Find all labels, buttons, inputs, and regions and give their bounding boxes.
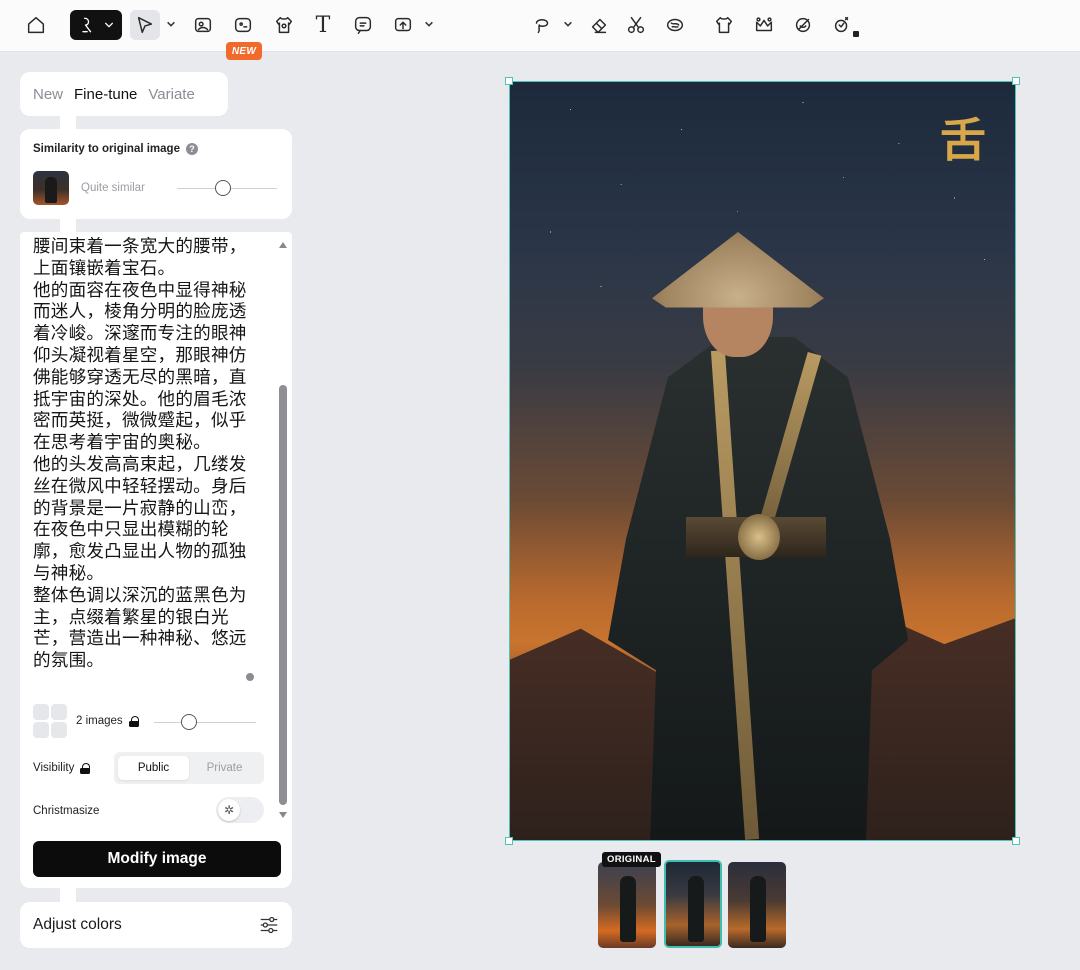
adjust-colors-label: Adjust colors bbox=[33, 916, 122, 933]
scroll-down-arrow[interactable] bbox=[279, 812, 287, 818]
chevron-down-icon[interactable] bbox=[165, 16, 177, 32]
modify-image-button[interactable]: Modify image bbox=[33, 841, 281, 877]
lock-icon bbox=[128, 715, 139, 727]
chevron-down-icon[interactable] bbox=[562, 16, 574, 32]
thumbnail-variant-2[interactable] bbox=[728, 862, 786, 948]
tab-new[interactable]: New bbox=[33, 86, 63, 103]
sticker-icon[interactable] bbox=[788, 10, 818, 40]
image-icon[interactable] bbox=[188, 10, 218, 40]
canvas-image[interactable]: 舌 bbox=[509, 81, 1016, 841]
lasso-icon[interactable] bbox=[527, 10, 557, 40]
image-count-label: 2 images bbox=[76, 715, 123, 727]
card-connector bbox=[60, 116, 76, 130]
thumbnail-variant-1[interactable] bbox=[664, 860, 722, 948]
character-tool-button[interactable] bbox=[70, 10, 122, 40]
help-icon[interactable]: ? bbox=[185, 143, 198, 155]
similarity-card: Similarity to original image ? Quite sim… bbox=[20, 129, 292, 219]
christmasize-label: Christmasize bbox=[33, 805, 100, 817]
card-connector bbox=[60, 888, 76, 902]
adjust-colors-card[interactable]: Adjust colors bbox=[20, 902, 292, 948]
snowflake-icon: ✲ bbox=[218, 799, 240, 821]
calligraphy-seal: 舌 bbox=[940, 113, 986, 167]
image-count: 2 images bbox=[76, 715, 139, 727]
chevron-down-icon[interactable] bbox=[423, 16, 435, 32]
image-count-slider-track[interactable] bbox=[154, 722, 256, 723]
tab-variate[interactable]: Variate bbox=[148, 86, 194, 103]
visibility-public-button[interactable]: Public bbox=[118, 756, 189, 780]
resize-handle-bottom-right[interactable] bbox=[1012, 837, 1020, 845]
prompt-enhance-icon[interactable] bbox=[246, 673, 254, 681]
crown-icon[interactable] bbox=[749, 10, 779, 40]
prompt-card: 腰间束着一条宽大的腰带， 上面镶嵌着宝石。 他的面容在夜色中显得神秘 而迷人，棱… bbox=[20, 232, 292, 888]
visibility-label: Visibility bbox=[33, 762, 91, 774]
tab-fine-tune[interactable]: Fine-tune bbox=[74, 86, 137, 103]
original-tag: ORIGINAL bbox=[602, 852, 661, 867]
visibility-private-button[interactable]: Private bbox=[189, 756, 260, 780]
chevron-down-icon bbox=[105, 22, 113, 28]
similarity-title-text: Similarity to original image bbox=[33, 143, 180, 155]
similarity-title: Similarity to original image ? bbox=[33, 143, 198, 155]
tshirt-icon[interactable] bbox=[709, 10, 739, 40]
scroll-up-arrow[interactable] bbox=[279, 242, 287, 248]
top-toolbar: NEW T bbox=[0, 0, 1080, 60]
card-connector bbox=[60, 219, 76, 233]
prompt-textarea[interactable]: 腰间束着一条宽大的腰带， 上面镶嵌着宝石。 他的面容在夜色中显得神秘 而迷人，棱… bbox=[33, 237, 263, 673]
text-icon[interactable]: T bbox=[308, 10, 338, 40]
mode-tabs: New Fine-tune Variate bbox=[20, 72, 228, 116]
comment-icon[interactable] bbox=[348, 10, 378, 40]
christmasize-toggle[interactable]: ✲ bbox=[216, 797, 264, 823]
warrior-figure bbox=[608, 232, 908, 840]
thumbnail-original[interactable] bbox=[598, 862, 656, 948]
resize-handle-top-right[interactable] bbox=[1012, 77, 1020, 85]
image-grid-icon bbox=[33, 704, 69, 740]
image-count-slider-knob[interactable] bbox=[181, 714, 197, 730]
new-badge: NEW bbox=[226, 42, 262, 60]
resize-handle-bottom-left[interactable] bbox=[505, 837, 513, 845]
export-icon[interactable] bbox=[388, 10, 418, 40]
scrollbar-thumb[interactable] bbox=[279, 385, 287, 805]
visibility-toggle: Public Private bbox=[114, 752, 264, 784]
lock-icon bbox=[853, 31, 859, 37]
scissors-icon[interactable] bbox=[621, 10, 651, 40]
original-thumbnail bbox=[33, 171, 69, 205]
lock-icon bbox=[80, 762, 91, 774]
select-icon[interactable] bbox=[130, 10, 160, 40]
eraser-icon[interactable] bbox=[584, 10, 614, 40]
shirt-icon[interactable] bbox=[269, 10, 299, 40]
brain-icon[interactable] bbox=[660, 10, 690, 40]
similarity-slider-knob[interactable] bbox=[215, 180, 231, 196]
resize-handle-top-left[interactable] bbox=[505, 77, 513, 85]
similarity-value-label: Quite similar bbox=[81, 182, 145, 194]
visibility-label-text: Visibility bbox=[33, 762, 75, 774]
home-icon[interactable] bbox=[21, 10, 51, 40]
face-swap-icon[interactable] bbox=[228, 10, 258, 40]
sliders-icon[interactable] bbox=[258, 914, 280, 936]
